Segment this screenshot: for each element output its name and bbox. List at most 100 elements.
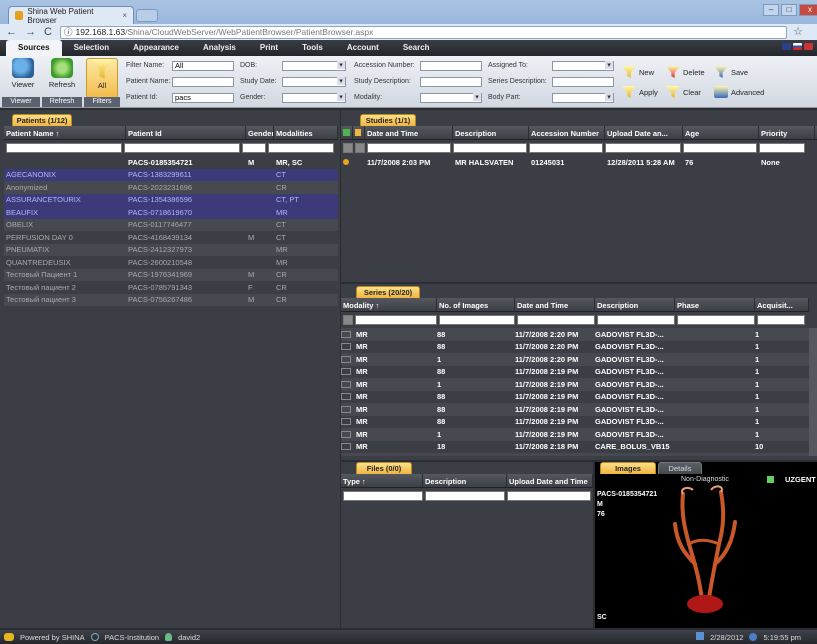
filter-patient-name-input[interactable] [6, 143, 122, 153]
modality-select[interactable] [420, 93, 482, 103]
filter-priority-input[interactable] [759, 143, 805, 153]
row-checkbox-icon[interactable] [341, 343, 351, 351]
filter-series-desc-input[interactable] [597, 315, 675, 325]
flag-uk-icon[interactable] [782, 43, 791, 50]
minimize-icon[interactable]: – [763, 4, 779, 16]
table-row[interactable]: MR 88 11/7/2008 2:20 PM GADOVIST FL3D-... 1 [341, 328, 809, 341]
apply-filter-button[interactable]: Apply [622, 86, 658, 98]
new-filter-button[interactable]: New [622, 66, 654, 78]
col-age[interactable]: Age [683, 126, 759, 139]
col-acquisition[interactable]: Acquisit... [755, 298, 809, 311]
gender-select[interactable] [282, 93, 346, 103]
col-description[interactable]: Description [453, 126, 529, 139]
menu-tools[interactable]: Tools [290, 40, 335, 56]
filter-acq-input[interactable] [757, 315, 805, 325]
clear-filter-button[interactable]: Clear [666, 86, 701, 98]
menu-analysis[interactable]: Analysis [191, 40, 248, 56]
filter-series-select[interactable] [343, 315, 353, 325]
body-part-select[interactable] [552, 93, 614, 103]
annotation-icon[interactable] [767, 476, 774, 483]
col-modalities[interactable]: Modalities [274, 126, 338, 139]
browser-tab[interactable]: Shina Web Patient Browser × [8, 6, 134, 25]
table-row[interactable]: PERFUSION DAY 0 PACS-4168439134 M CT [4, 231, 338, 244]
accession-input[interactable] [420, 61, 482, 71]
menu-selection[interactable]: Selection [62, 40, 122, 56]
col-gender[interactable]: Gender [246, 126, 274, 139]
institution-label[interactable]: PACS-Institution [105, 633, 159, 642]
table-row[interactable]: QUANTREDEUSIX PACS-2600210548 MR [4, 256, 338, 269]
reload-icon[interactable]: C [44, 26, 52, 38]
filter-age-input[interactable] [683, 143, 757, 153]
save-filter-button[interactable]: Save [714, 66, 748, 78]
row-checkbox-icon[interactable] [341, 418, 351, 426]
menu-search[interactable]: Search [391, 40, 442, 56]
table-row[interactable]: Тестовый Пациент 1 PACS-1976341969 M CR [4, 268, 338, 281]
table-row[interactable]: Anonymized PACS-2023231696 CR [4, 181, 338, 194]
table-row[interactable]: BEAUFIX PACS-0718619670 MR [4, 206, 338, 219]
filter-modality-input[interactable] [355, 315, 437, 325]
col-upload-date[interactable]: Upload Date an... [605, 126, 683, 139]
menu-print[interactable]: Print [248, 40, 290, 56]
series-tab[interactable]: Series (20/20) [356, 286, 420, 298]
row-checkbox-icon[interactable] [341, 330, 351, 338]
filter-date-input[interactable] [367, 143, 451, 153]
bookmark-star-icon[interactable]: ☆ [793, 25, 803, 38]
row-checkbox-icon[interactable] [341, 393, 351, 401]
advanced-filter-button[interactable]: Advanced [714, 86, 764, 98]
col-series-date[interactable]: Date and Time [515, 298, 595, 311]
table-row[interactable]: 11/7/2008 2:03 PM MR HALSVATEN 01245031 … [341, 156, 817, 169]
patients-tab[interactable]: Patients (1/12) [12, 114, 72, 126]
back-icon[interactable]: ← [6, 26, 17, 38]
flag-red-icon[interactable] [804, 43, 813, 50]
col-patient-name[interactable]: Patient Name ↑ [4, 126, 126, 139]
refresh-button[interactable]: Refresh [46, 58, 78, 96]
table-row[interactable]: MR 88 11/7/2008 2:19 PM GADOVIST FL3D-... 1 [341, 403, 809, 416]
filter-patient-id-input[interactable] [124, 143, 240, 153]
table-row[interactable]: MR 1 11/7/2008 2:19 PM GADOVIST FL3D-... 1 [341, 378, 809, 391]
col-file-description[interactable]: Description [423, 474, 507, 487]
col-type[interactable]: Type ↑ [341, 474, 423, 487]
table-row[interactable]: MR 88 11/7/2008 2:19 PM GADOVIST FL3D-... 1 [341, 366, 809, 379]
col-upload-time[interactable]: Upload Date and Time [507, 474, 593, 487]
dob-select[interactable] [282, 61, 346, 71]
series-description-input[interactable] [552, 77, 614, 87]
close-window-icon[interactable]: x [799, 4, 817, 16]
filter-series-date-input[interactable] [517, 315, 595, 325]
flag-ru-icon[interactable] [793, 43, 802, 50]
filter-type-input[interactable] [343, 491, 423, 501]
row-checkbox-icon[interactable] [341, 380, 351, 388]
table-row[interactable]: MR 1 11/7/2008 2:20 PM GADOVIST FL3D-... 1 [341, 353, 809, 366]
filter-modalities-input[interactable] [268, 143, 334, 153]
table-row[interactable]: MR 88 11/7/2008 2:19 PM GADOVIST FL3D-... 1 [341, 391, 809, 404]
assigned-to-select[interactable] [552, 61, 614, 71]
menu-sources[interactable]: Sources [6, 40, 62, 56]
row-checkbox-icon[interactable] [341, 443, 351, 451]
filter-upload-time-input[interactable] [507, 491, 591, 501]
table-row[interactable]: MR 88 11/7/2008 2:19 PM GADOVIST FL3D-... 1 [341, 416, 809, 429]
filter-phase-input[interactable] [677, 315, 755, 325]
filter-gender-input[interactable] [242, 143, 266, 153]
filter-check-select[interactable] [343, 143, 353, 153]
details-tab[interactable]: Details [658, 462, 702, 474]
studies-tab[interactable]: Studies (1/1) [360, 114, 416, 126]
row-checkbox-icon[interactable] [341, 405, 351, 413]
maximize-icon[interactable]: □ [781, 4, 797, 16]
filter-name-input[interactable]: All [172, 61, 234, 71]
col-phase[interactable]: Phase [675, 298, 755, 311]
series-scrollbar[interactable] [809, 328, 817, 456]
patient-name-input[interactable] [172, 77, 234, 87]
table-row[interactable]: MR 18 11/7/2008 2:18 PM CARE_BOLUS_VB15 10 [341, 441, 809, 454]
viewer-button[interactable]: Viewer [8, 58, 38, 96]
col-check[interactable] [341, 126, 353, 139]
filter-file-desc-input[interactable] [425, 491, 505, 501]
table-row[interactable]: AGECANONIX PACS-1383299611 CT [4, 168, 338, 181]
col-series-description[interactable]: Description [595, 298, 675, 311]
patient-id-input[interactable]: pacs [172, 93, 234, 103]
table-row[interactable]: ASSURANCETOURIX PACS-1354386596 CT, PT [4, 193, 338, 206]
url-input[interactable]: ⓘ 192.168.1.63/Shina/CloudWebServer/WebP… [59, 25, 787, 39]
col-accession[interactable]: Accession Number [529, 126, 605, 139]
filter-description-input[interactable] [453, 143, 527, 153]
filter-flag-select[interactable] [355, 143, 365, 153]
new-tab-button[interactable] [136, 9, 158, 22]
row-checkbox-icon[interactable] [341, 368, 351, 376]
